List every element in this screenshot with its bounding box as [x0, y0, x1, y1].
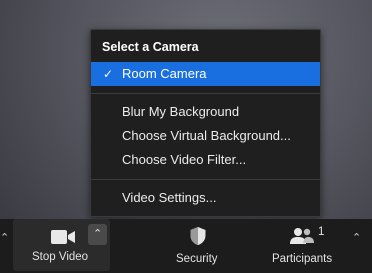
camera-menu: Select a Camera ✓ Room Camera Blur My Ba… [90, 29, 321, 217]
menu-item-video-filter[interactable]: Choose Video Filter... [91, 148, 320, 172]
shield-icon [190, 227, 206, 245]
menu-item-label: Choose Virtual Background... [122, 128, 291, 143]
checkmark-icon: ✓ [103, 67, 114, 81]
menu-divider [91, 93, 320, 94]
chevron-up-icon: ⌃ [93, 228, 103, 240]
security-label: Security [176, 253, 218, 265]
video-camera-icon [51, 230, 75, 244]
stop-video-label: Stop Video [32, 251, 89, 263]
security-button[interactable]: Security [168, 219, 228, 273]
meeting-toolbar: ⌃ Stop Video ⌃ Security 1 Participants ⌃ [0, 219, 372, 273]
menu-item-video-settings[interactable]: Video Settings... [91, 186, 320, 210]
chevron-up-icon[interactable]: ⌃ [352, 231, 361, 244]
menu-header: Select a Camera [102, 40, 199, 54]
menu-item-room-camera[interactable]: ✓ Room Camera [91, 62, 320, 86]
menu-divider [91, 179, 320, 180]
participants-count: 1 [318, 226, 325, 238]
menu-item-label: Video Settings... [122, 190, 217, 205]
menu-item-virtual-background[interactable]: Choose Virtual Background... [91, 124, 320, 148]
participants-label: Participants [272, 253, 333, 265]
participants-icon [290, 228, 314, 244]
menu-item-label: Blur My Background [122, 104, 240, 119]
menu-item-label: Room Camera [122, 66, 207, 81]
participants-button[interactable]: 1 Participants [268, 219, 340, 273]
menu-item-label: Choose Video Filter... [122, 152, 247, 167]
chevron-up-icon[interactable]: ⌃ [0, 231, 9, 244]
menu-item-blur-background[interactable]: Blur My Background [91, 100, 320, 124]
video-options-button[interactable]: ⌃ [88, 224, 107, 245]
